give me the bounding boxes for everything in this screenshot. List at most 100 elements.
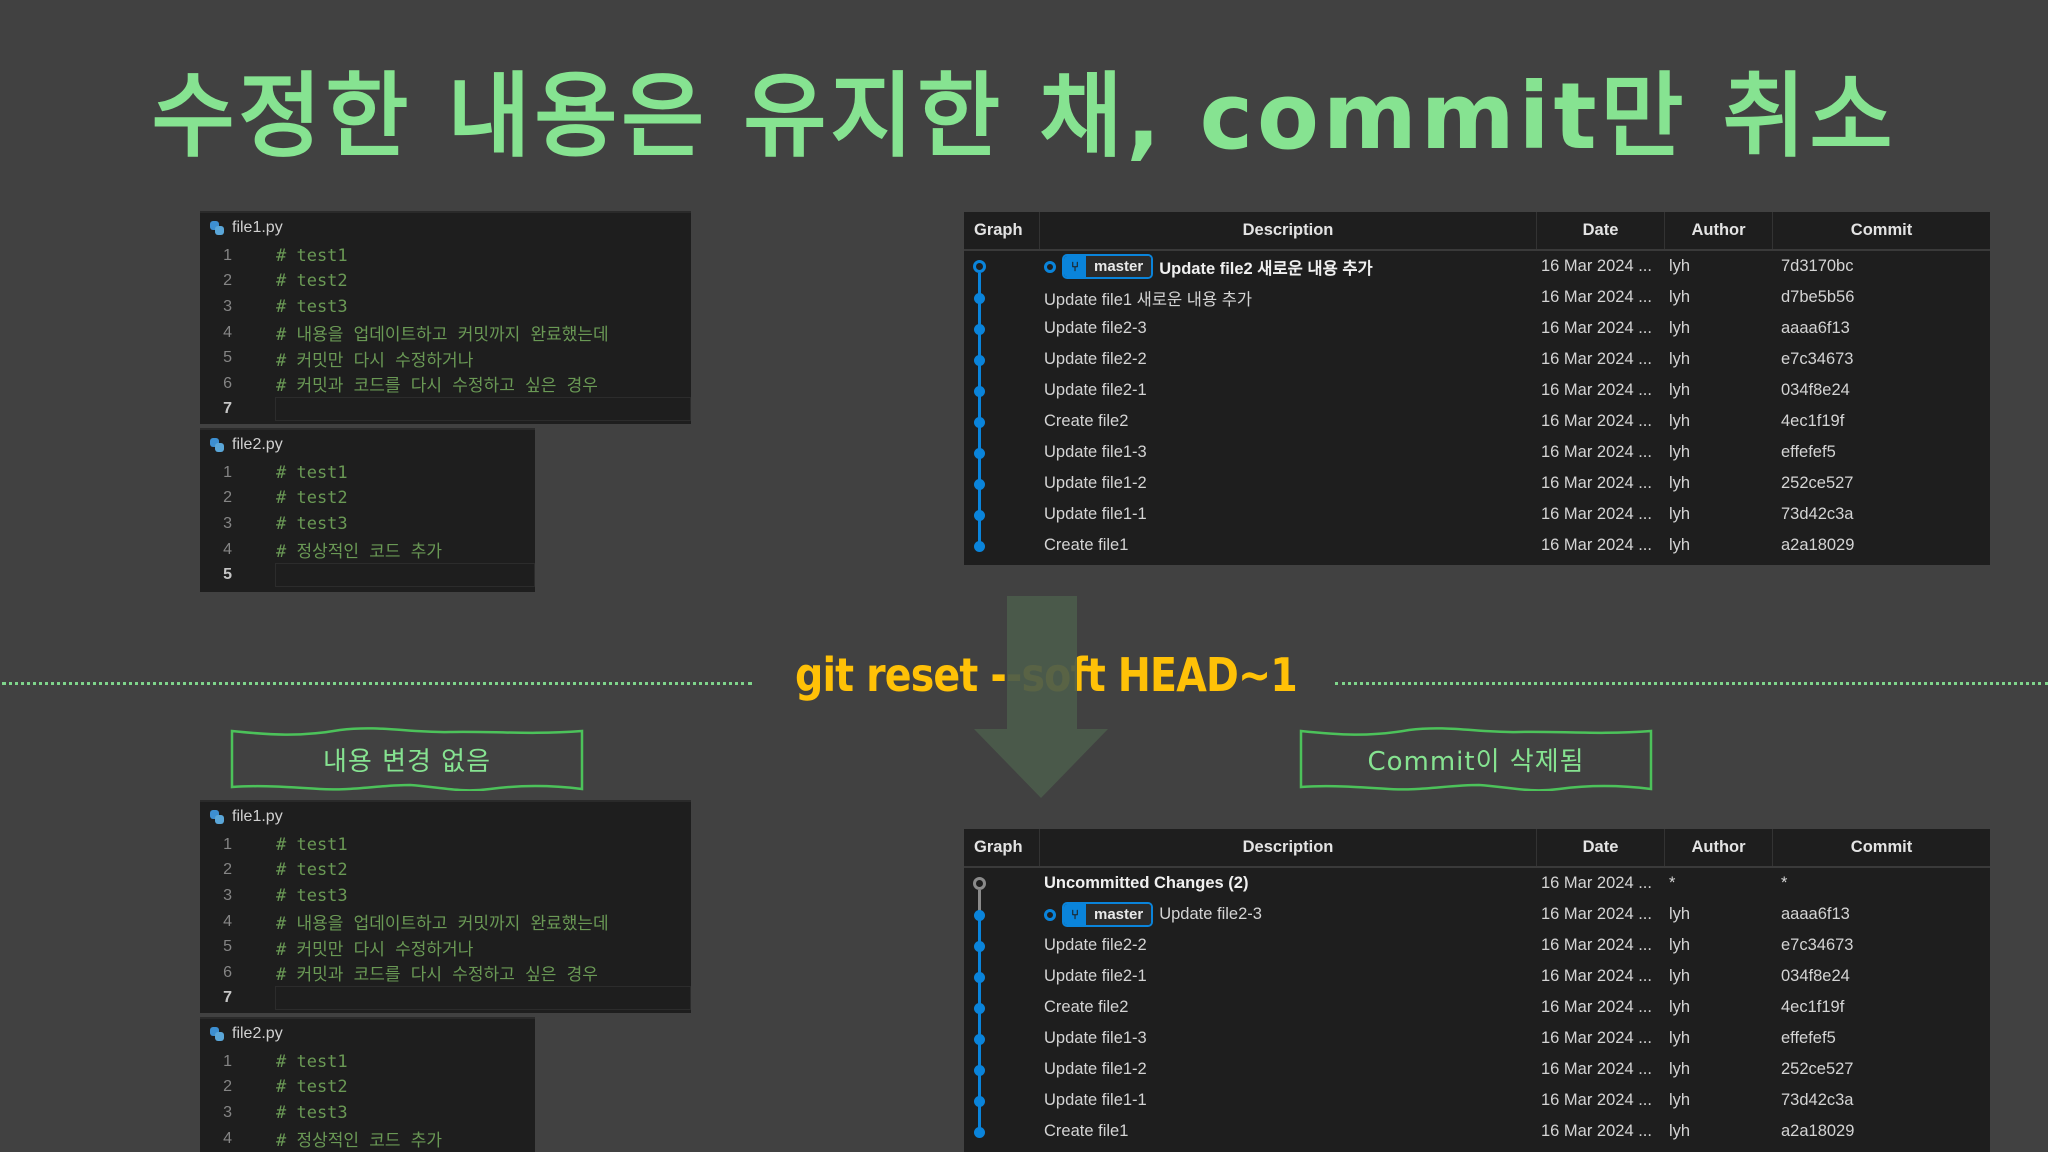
- uncommitted-changes-row[interactable]: Uncommitted Changes (2) 16 Mar 2024 ... …: [964, 868, 1990, 899]
- commit-row[interactable]: Create file2 16 Mar 2024 ... lyh 4ec1f19…: [964, 406, 1990, 437]
- commit-hash: effefef5: [1781, 443, 1836, 461]
- commit-row[interactable]: Update file1-3 16 Mar 2024 ... lyh effef…: [964, 1023, 1990, 1054]
- commit-author: *: [1669, 874, 1676, 892]
- code-text: # test1: [276, 245, 348, 266]
- code-line[interactable]: 2 # test2: [200, 486, 535, 512]
- column-header-graph[interactable]: Graph: [964, 829, 1040, 866]
- code-line[interactable]: 4 # 내용을 업데이트하고 커밋까지 완료했는데: [200, 909, 691, 935]
- code-text: # test1: [276, 462, 348, 483]
- note-commit-deleted: Commit이 삭제됨: [1299, 727, 1653, 791]
- editor-tab[interactable]: file2.py: [200, 1019, 535, 1049]
- commit-row[interactable]: Update file1-1 16 Mar 2024 ... lyh 73d42…: [964, 1085, 1990, 1116]
- branch-badge[interactable]: ⑂ master: [1062, 254, 1154, 279]
- line-number: 2: [223, 489, 232, 507]
- commit-row[interactable]: Update file2-2 16 Mar 2024 ... lyh e7c34…: [964, 344, 1990, 375]
- code-line[interactable]: 5 # 커밋만 다시 수정하거나: [200, 934, 691, 960]
- commit-author: lyh: [1669, 381, 1691, 399]
- code-line-current[interactable]: 5: [200, 562, 535, 588]
- code-line[interactable]: 3 # test3: [200, 511, 535, 537]
- code-line[interactable]: 2 # test2: [200, 858, 691, 884]
- column-header-commit[interactable]: Commit: [1773, 212, 1990, 249]
- commit-row[interactable]: Update file1-3 16 Mar 2024 ... lyh effef…: [964, 437, 1990, 468]
- commit-date: 16 Mar 2024 ...: [1541, 474, 1652, 492]
- column-header-commit[interactable]: Commit: [1773, 829, 1990, 866]
- git-graph-header: Graph Description Date Author Commit: [964, 829, 1990, 868]
- column-header-author[interactable]: Author: [1665, 212, 1773, 249]
- code-line[interactable]: 1 # test1: [200, 460, 535, 486]
- divider-left: [2, 682, 752, 685]
- line-number: 3: [223, 1103, 232, 1121]
- code-line-current[interactable]: 7: [200, 397, 691, 423]
- commit-author: lyh: [1669, 936, 1691, 954]
- column-header-description[interactable]: Description: [1040, 829, 1537, 866]
- commit-hash: 73d42c3a: [1781, 505, 1854, 523]
- commit-date: 16 Mar 2024 ...: [1541, 1091, 1652, 1109]
- editor-tab[interactable]: file2.py: [200, 430, 535, 460]
- commit-node-icon: [974, 479, 985, 490]
- line-number: 5: [223, 938, 232, 956]
- head-indicator-icon: [1044, 260, 1056, 273]
- commit-row-head[interactable]: ⑂ master Update file2 새로운 내용 추가 16 Mar 2…: [964, 251, 1990, 282]
- code-line[interactable]: 4 # 정상적인 코드 추가: [200, 537, 535, 563]
- editor-tab[interactable]: file1.py: [200, 213, 691, 243]
- column-header-graph[interactable]: Graph: [964, 212, 1040, 249]
- code-line-current[interactable]: 7: [200, 986, 691, 1012]
- code-line[interactable]: 2 # test2: [200, 269, 691, 295]
- code-text: # 커밋과 코드를 다시 수정하고 싶은 경우: [276, 965, 598, 986]
- graph-cell: [964, 1085, 1040, 1116]
- commit-node-icon: [974, 1034, 985, 1045]
- code-line[interactable]: 1 # test1: [200, 243, 691, 269]
- commit-hash: 4ec1f19f: [1781, 412, 1845, 430]
- graph-cell: [964, 930, 1040, 961]
- commit-row[interactable]: Update file1-2 16 Mar 2024 ... lyh 252ce…: [964, 468, 1990, 499]
- commit-row-head[interactable]: ⑂ master Update file2-3 16 Mar 2024 ... …: [964, 899, 1990, 930]
- commit-row[interactable]: Update file2-3 16 Mar 2024 ... lyh aaaa6…: [964, 313, 1990, 344]
- commit-row[interactable]: Update file2-1 16 Mar 2024 ... lyh 034f8…: [964, 375, 1990, 406]
- code-line[interactable]: 6 # 커밋과 코드를 다시 수정하고 싶은 경우: [200, 960, 691, 986]
- commit-hash: 73d42c3a: [1781, 1091, 1854, 1109]
- commit-date: 16 Mar 2024 ...: [1541, 874, 1652, 892]
- commit-row[interactable]: Update file1-2 16 Mar 2024 ... lyh 252ce…: [964, 1054, 1990, 1085]
- code-line[interactable]: 3 # test3: [200, 1100, 535, 1126]
- commit-row[interactable]: Update file1-1 16 Mar 2024 ... lyh 73d42…: [964, 499, 1990, 530]
- commit-row[interactable]: Update file2-1 16 Mar 2024 ... lyh 034f8…: [964, 961, 1990, 992]
- code-line[interactable]: 3 # test3: [200, 883, 691, 909]
- column-header-date[interactable]: Date: [1537, 829, 1665, 866]
- code-line[interactable]: 1 # test1: [200, 832, 691, 858]
- code-text: # test3: [276, 296, 348, 317]
- code-line[interactable]: 3 # test3: [200, 294, 691, 320]
- commit-message: Create file2: [1044, 998, 1129, 1016]
- python-file-icon: [210, 1027, 224, 1041]
- code-line[interactable]: 5 # 커밋만 다시 수정하거나: [200, 345, 691, 371]
- commit-row[interactable]: Update file1 새로운 내용 추가 16 Mar 2024 ... l…: [964, 282, 1990, 313]
- commit-row[interactable]: Create file2 16 Mar 2024 ... lyh 4ec1f19…: [964, 992, 1990, 1023]
- commit-hash: *: [1781, 874, 1788, 892]
- editor-tab[interactable]: file1.py: [200, 802, 691, 832]
- git-command: git reset --soft HEAD~1: [795, 648, 1298, 702]
- branch-badge[interactable]: ⑂ master: [1062, 902, 1154, 927]
- code-text: # test2: [276, 1077, 348, 1098]
- commit-node-icon: [974, 355, 985, 366]
- code-line[interactable]: 4 # 정상적인 코드 추가: [200, 1126, 535, 1152]
- head-indicator-icon: [1044, 908, 1056, 921]
- commit-node-icon: [974, 417, 985, 428]
- commit-date: 16 Mar 2024 ...: [1541, 1122, 1652, 1140]
- commit-row[interactable]: Create file1 16 Mar 2024 ... lyh a2a1802…: [964, 530, 1990, 561]
- line-number: 1: [223, 835, 232, 853]
- code-line[interactable]: 2 # test2: [200, 1075, 535, 1101]
- commit-row[interactable]: Create file1 16 Mar 2024 ... lyh a2a1802…: [964, 1116, 1990, 1147]
- line-number: 3: [223, 514, 232, 532]
- commit-date: 16 Mar 2024 ...: [1541, 905, 1652, 923]
- column-header-date[interactable]: Date: [1537, 212, 1665, 249]
- column-header-description[interactable]: Description: [1040, 212, 1537, 249]
- commit-message: Update file2-2: [1044, 350, 1147, 368]
- graph-cell: [964, 344, 1040, 375]
- commit-row[interactable]: Update file2-2 16 Mar 2024 ... lyh e7c34…: [964, 930, 1990, 961]
- code-line[interactable]: 1 # test1: [200, 1049, 535, 1075]
- code-line[interactable]: 4 # 내용을 업데이트하고 커밋까지 완료했는데: [200, 320, 691, 346]
- graph-cell: [964, 868, 1040, 899]
- column-header-author[interactable]: Author: [1665, 829, 1773, 866]
- graph-cell: [964, 1023, 1040, 1054]
- code-line[interactable]: 6 # 커밋과 코드를 다시 수정하고 싶은 경우: [200, 371, 691, 397]
- commit-date: 16 Mar 2024 ...: [1541, 967, 1652, 985]
